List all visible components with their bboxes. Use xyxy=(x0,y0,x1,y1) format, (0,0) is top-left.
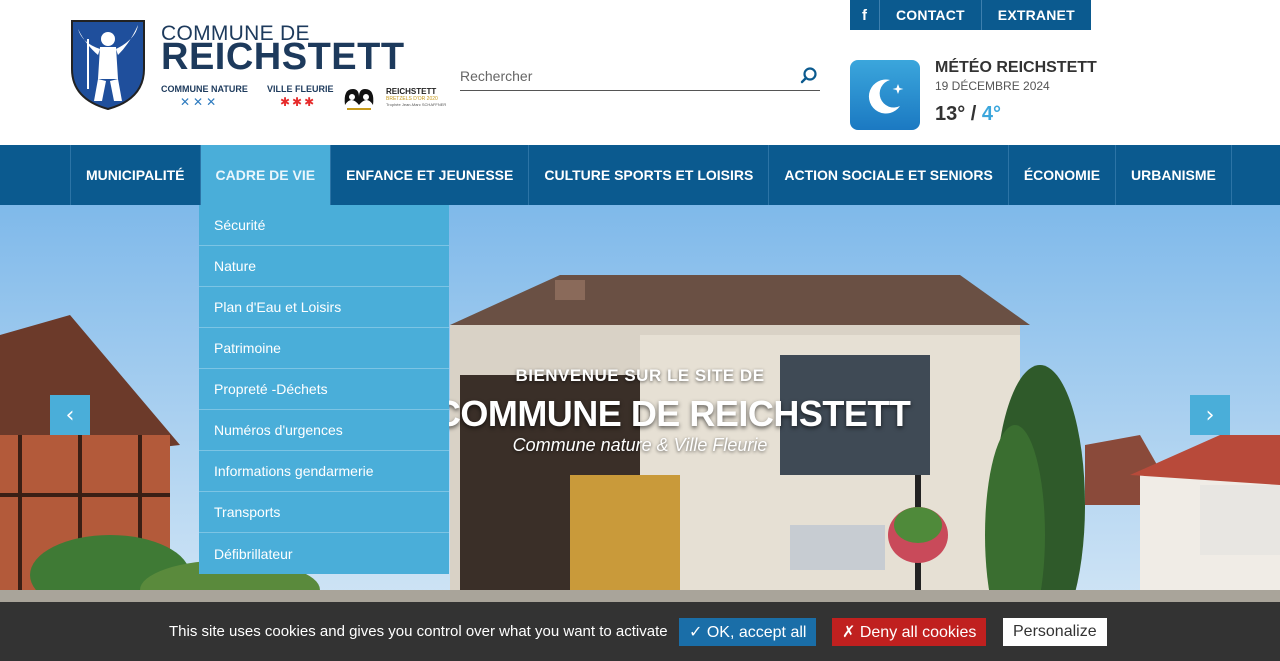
weather-title[interactable]: MÉTÉO REICHSTETT xyxy=(935,59,1097,77)
main-navigation: MUNICIPALITÉ CADRE DE VIE ENFANCE ET JEU… xyxy=(0,145,1280,205)
bretzel-trophy: Trophée Jean-Marc SCHAFFNER xyxy=(386,102,447,107)
facebook-icon[interactable]: f xyxy=(850,0,880,30)
dropdown-item-patrimoine[interactable]: Patrimoine xyxy=(199,328,449,369)
contact-link[interactable]: CONTACT xyxy=(880,0,982,30)
cookie-text: This site uses cookies and gives you con… xyxy=(169,623,668,640)
brand-line2[interactable]: REICHSTETT xyxy=(161,36,405,79)
nav-item-cadre-de-vie[interactable]: CADRE DE VIE xyxy=(199,145,331,205)
coat-of-arms-logo[interactable] xyxy=(70,19,146,111)
nav-item-municipalite[interactable]: MUNICIPALITÉ xyxy=(70,145,200,205)
nav-list: MUNICIPALITÉ CADRE DE VIE ENFANCE ET JEU… xyxy=(70,145,1232,205)
cookie-banner: This site uses cookies and gives you con… xyxy=(0,602,1280,661)
nav-item-culture-sports-loisirs[interactable]: CULTURE SPORTS ET LOISIRS xyxy=(528,145,768,205)
accept-all-cookies-button[interactable]: ✓ OK, accept all xyxy=(679,618,817,646)
nav-item-enfance-jeunesse[interactable]: ENFANCE ET JEUNESSE xyxy=(330,145,528,205)
dropdown-item-securite[interactable]: Sécurité xyxy=(199,205,449,246)
dropdown-item-defibrillateur[interactable]: Défibrillateur xyxy=(199,533,449,574)
flower-icons: ✱✱✱ xyxy=(280,95,317,109)
chevron-left-icon: ‹ xyxy=(65,402,75,428)
dropdown-item-proprete-dechets[interactable]: Propreté -Déchets xyxy=(199,369,449,410)
personalize-cookies-button[interactable]: Personalize xyxy=(1003,618,1107,646)
hero-slider: BIENVENUE SUR LE SITE DE LA COMMUNE DE R… xyxy=(0,205,1280,602)
nav-item-urbanisme[interactable]: URBANISME xyxy=(1115,145,1232,205)
temperature-max: 13° xyxy=(935,103,966,125)
dropdown-item-informations-gendarmerie[interactable]: Informations gendarmerie xyxy=(199,451,449,492)
commune-nature-label: COMMUNE NATURE xyxy=(161,84,248,94)
hero-title: LA COMMUNE DE REICHSTETT xyxy=(379,393,911,434)
extranet-link[interactable]: EXTRANET xyxy=(981,0,1091,30)
weather-temperatures: 13° / 4° xyxy=(935,103,1001,126)
top-links: f CONTACT EXTRANET xyxy=(850,0,1091,30)
cadre-de-vie-dropdown: Sécurité Nature Plan d'Eau et Loisirs Pa… xyxy=(199,205,449,574)
site-header: COMMUNE DE REICHSTETT COMMUNE NATURE ✕✕✕… xyxy=(0,0,1280,145)
chevron-right-icon: › xyxy=(1205,402,1215,428)
dropdown-item-transports[interactable]: Transports xyxy=(199,492,449,533)
weather-date: 19 DÉCEMBRE 2024 xyxy=(935,79,1050,93)
temperature-min: 4° xyxy=(981,103,1002,125)
bretzel-title: REICHSTETT xyxy=(386,87,437,96)
slider-next-button[interactable]: › xyxy=(1190,395,1230,435)
dropdown-item-plan-eau-loisirs[interactable]: Plan d'Eau et Loisirs xyxy=(199,287,449,328)
temperature-separator: / xyxy=(965,103,982,125)
hero-subtitle: Commune nature & Ville Fleurie xyxy=(512,435,768,455)
bretzel-logo xyxy=(344,89,374,110)
moon-weather-icon xyxy=(850,60,920,130)
nav-item-economie[interactable]: ÉCONOMIE xyxy=(1007,145,1115,205)
dropdown-item-numeros-urgences[interactable]: Numéros d'urgences xyxy=(199,410,449,451)
search-bar xyxy=(460,60,820,91)
nav-item-action-sociale-seniors[interactable]: ACTION SOCIALE ET SENIORS xyxy=(768,145,1007,205)
dropdown-item-nature[interactable]: Nature xyxy=(199,246,449,287)
ville-fleurie-label: VILLE FLEURIE xyxy=(267,84,334,94)
deny-all-cookies-button[interactable]: ✗ Deny all cookies xyxy=(832,618,987,646)
dragonfly-icons: ✕✕✕ xyxy=(180,95,220,109)
moon-star-icon xyxy=(868,79,904,114)
search-input[interactable] xyxy=(460,65,790,87)
search-icon[interactable] xyxy=(800,66,818,84)
hero-kicker: BIENVENUE SUR LE SITE DE xyxy=(515,366,765,385)
slider-prev-button[interactable]: ‹ xyxy=(50,395,90,435)
